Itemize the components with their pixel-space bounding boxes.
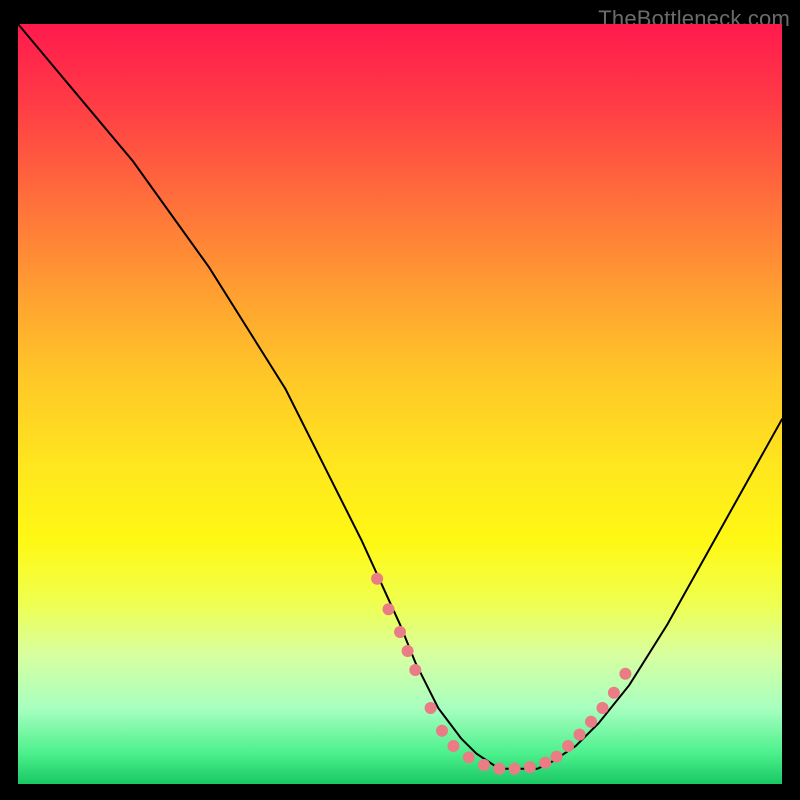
plot-area [18,24,782,784]
chart-stage: TheBottleneck.com [0,0,800,800]
